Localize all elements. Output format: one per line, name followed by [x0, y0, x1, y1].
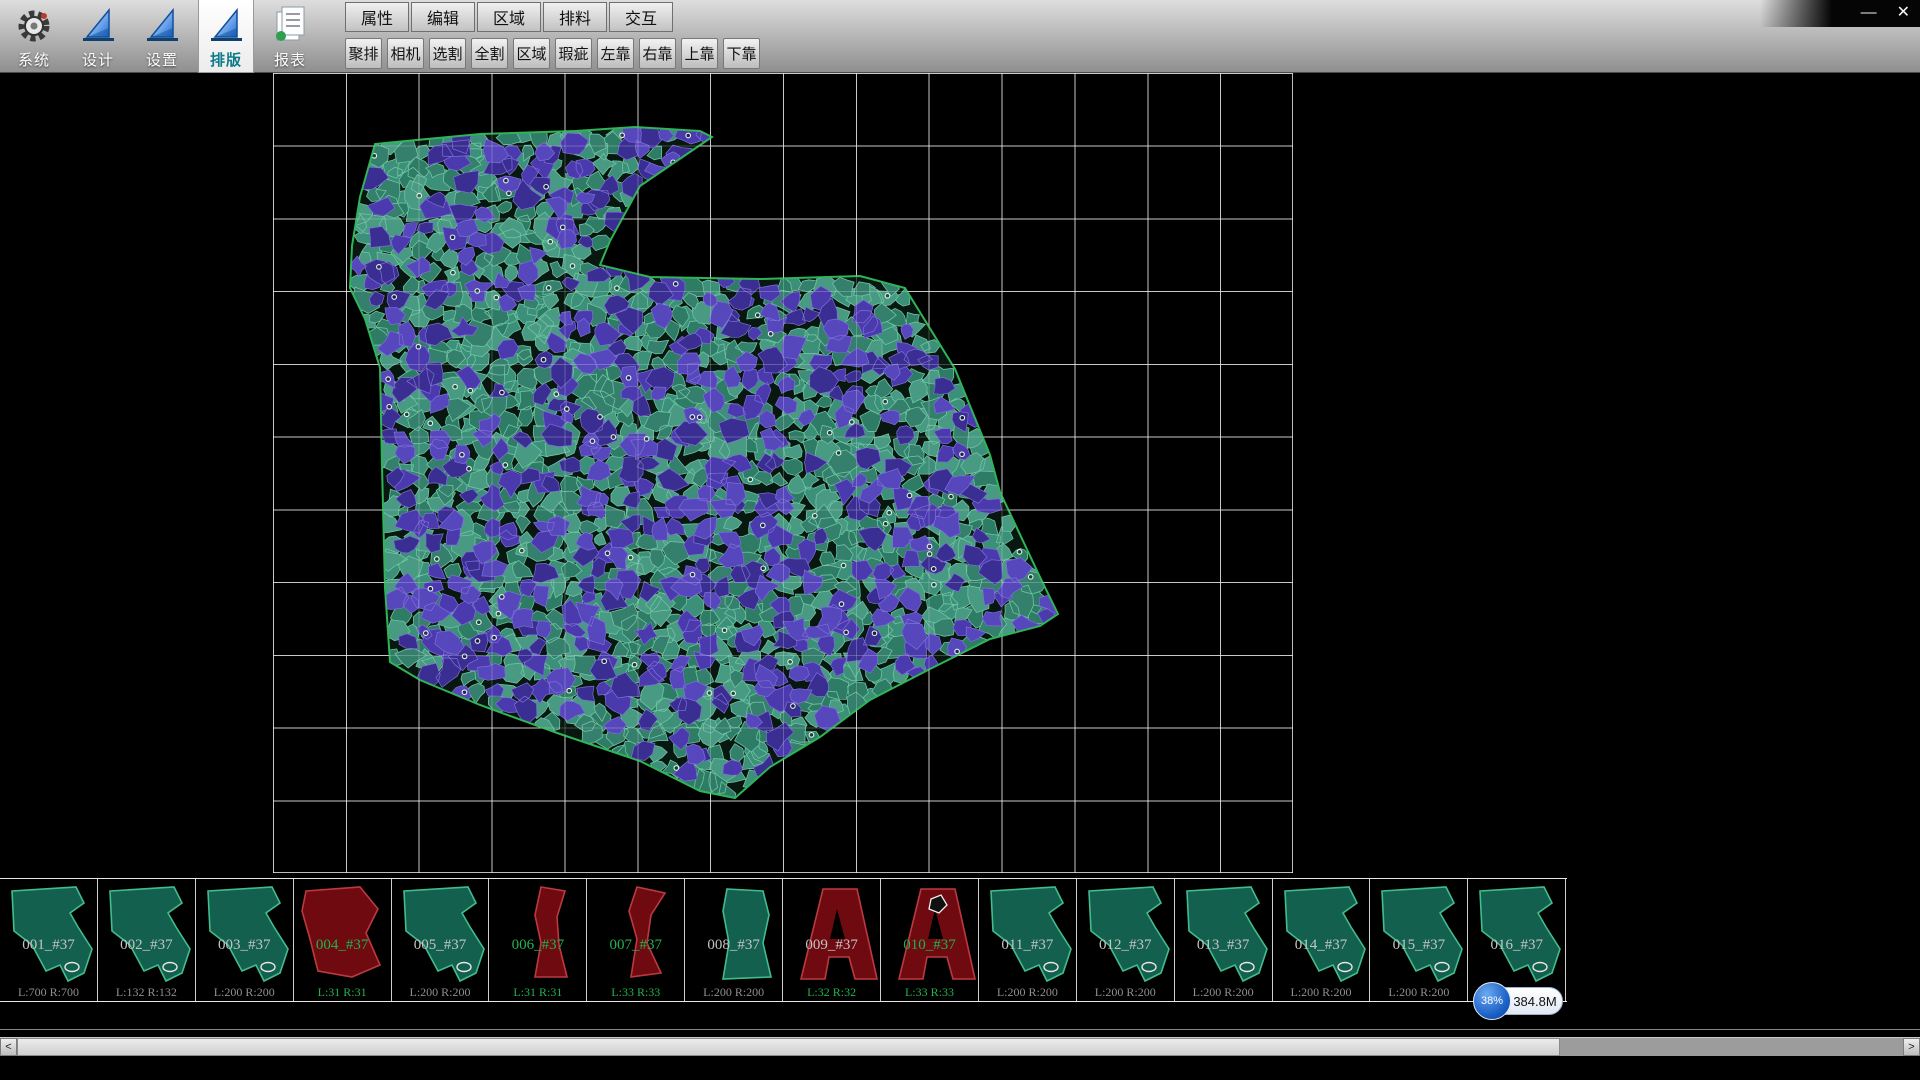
piece-thumbnail-014_#37[interactable]: 014_#37 L:200 R:200 — [1273, 879, 1371, 1001]
piece-meta: L:132 R:132 — [98, 985, 195, 1000]
piece-meta: L:700 R:700 — [0, 985, 97, 1000]
app-tab-system[interactable]: 系统 — [6, 0, 62, 73]
tool-bar: 聚排相机选割全割区域瑕疵左靠右靠上靠下靠 — [345, 38, 760, 69]
piece-name: 001_#37 — [0, 937, 97, 954]
app-tab-label: 排版 — [210, 49, 242, 70]
gear-icon-wrap — [13, 3, 55, 49]
tool-button-align-bottom[interactable]: 下靠 — [723, 38, 760, 69]
app-tab-label: 设计 — [82, 49, 114, 70]
piece-thumbnail-009_#37[interactable]: 009_#37 L:32 R:32 — [783, 879, 881, 1001]
app-tab-label: 报表 — [274, 49, 306, 70]
piece-thumbnail-015_#37[interactable]: 015_#37 L:200 R:200 — [1370, 879, 1468, 1001]
sail-icon — [206, 4, 246, 48]
menu-item-region[interactable]: 区域 — [477, 2, 541, 32]
toolbar: 系统设计设置排版报表 属性编辑区域排料交互 聚排相机选割全割区域瑕疵左靠右靠上靠… — [0, 0, 1920, 73]
gear-icon — [14, 4, 54, 48]
minimize-button[interactable]: — — [1861, 2, 1877, 24]
menu-item-interaction[interactable]: 交互 — [609, 2, 673, 32]
app-tab-settings[interactable]: 设置 — [134, 0, 190, 73]
piece-name: 009_#37 — [783, 937, 880, 954]
menu-item-nesting[interactable]: 排料 — [543, 2, 607, 32]
piece-meta: L:200 R:200 — [685, 985, 782, 1000]
tool-button-region[interactable]: 区域 — [513, 38, 550, 69]
piece-thumbnail-005_#37[interactable]: 005_#37 L:200 R:200 — [392, 879, 490, 1001]
piece-thumbnail-008_#37[interactable]: 008_#37 L:200 R:200 — [685, 879, 783, 1001]
tool-button-align-right[interactable]: 右靠 — [639, 38, 676, 69]
piece-thumbnail-001_#37[interactable]: 001_#37 L:700 R:700 — [0, 879, 98, 1001]
piece-name: 010_#37 — [881, 937, 978, 954]
piece-meta: L:200 R:200 — [1370, 985, 1467, 1000]
piece-list: 001_#37L:700 R:700002_#37L:132 R:132003_… — [0, 878, 1567, 1002]
sail-icon — [78, 4, 118, 48]
piece-meta: L:200 R:200 — [1273, 985, 1370, 1000]
piece-name: 007_#37 — [587, 937, 684, 954]
close-button[interactable]: ✕ — [1897, 2, 1910, 24]
sail-icon-wrap — [205, 3, 247, 49]
tool-button-align-top[interactable]: 上靠 — [681, 38, 718, 69]
piece-thumbnail-007_#37[interactable]: 007_#37 L:33 R:33 — [587, 879, 685, 1001]
sail-icon-wrap — [141, 3, 183, 49]
piece-meta: L:200 R:200 — [1077, 985, 1174, 1000]
tool-button-defect[interactable]: 瑕疵 — [555, 38, 592, 69]
piece-meta: L:200 R:200 — [196, 985, 293, 1000]
piece-name: 006_#37 — [489, 937, 586, 954]
piece-meta: L:31 R:31 — [294, 985, 391, 1000]
piece-name: 008_#37 — [685, 937, 782, 954]
tool-button-select-cut[interactable]: 选割 — [429, 38, 466, 69]
report-icon-wrap — [269, 3, 311, 49]
piece-meta: L:33 R:33 — [587, 985, 684, 1000]
piece-meta: L:32 R:32 — [783, 985, 880, 1000]
tool-button-align-left[interactable]: 左靠 — [597, 38, 634, 69]
piece-meta: L:31 R:31 — [489, 985, 586, 1000]
sail-icon-wrap — [77, 3, 119, 49]
piece-name: 002_#37 — [98, 937, 195, 954]
menu-item-edit[interactable]: 编辑 — [411, 2, 475, 32]
panel-divider — [0, 1029, 1920, 1030]
tool-button-cut-all[interactable]: 全割 — [471, 38, 508, 69]
piece-name: 012_#37 — [1077, 937, 1174, 954]
piece-thumbnail-003_#37[interactable]: 003_#37 L:200 R:200 — [196, 879, 294, 1001]
app-tab-label: 设置 — [146, 49, 178, 70]
piece-name: 011_#37 — [979, 937, 1076, 954]
piece-thumbnail-011_#37[interactable]: 011_#37 L:200 R:200 — [979, 879, 1077, 1001]
sail-icon — [142, 4, 182, 48]
app-tab-design[interactable]: 设计 — [70, 0, 126, 73]
menu-bar: 属性编辑区域排料交互 — [345, 2, 673, 32]
nesting-canvas[interactable] — [273, 73, 1293, 873]
scrollbar-thumb[interactable] — [17, 1038, 1560, 1056]
app-tab-label: 系统 — [18, 49, 50, 70]
piece-thumbnail-010_#37[interactable]: 010_#37 L:33 R:33 — [881, 879, 979, 1001]
piece-name: 004_#37 — [294, 937, 391, 954]
piece-name: 014_#37 — [1273, 937, 1370, 954]
piece-name: 015_#37 — [1370, 937, 1467, 954]
piece-name: 005_#37 — [392, 937, 489, 954]
piece-thumbnail-002_#37[interactable]: 002_#37 L:132 R:132 — [98, 879, 196, 1001]
app-tabs: 系统 设计 设置 排版 报表 — [6, 0, 318, 73]
horizontal-scrollbar[interactable]: < > — [0, 1037, 1920, 1056]
piece-thumbnail-012_#37[interactable]: 012_#37 L:200 R:200 — [1077, 879, 1175, 1001]
piece-meta: L:33 R:33 — [881, 985, 978, 1000]
app-tab-report[interactable]: 报表 — [262, 0, 318, 73]
report-icon — [270, 4, 310, 48]
window-controls: — ✕ — [1861, 2, 1910, 24]
progress-circle: 38% — [1473, 982, 1511, 1020]
tool-button-cluster-nest[interactable]: 聚排 — [345, 38, 382, 69]
piece-name: 016_#37 — [1468, 937, 1565, 954]
piece-meta: L:200 R:200 — [1175, 985, 1272, 1000]
scroll-right-arrow-icon[interactable]: > — [1903, 1038, 1920, 1056]
menu-item-properties[interactable]: 属性 — [345, 2, 409, 32]
piece-name: 013_#37 — [1175, 937, 1272, 954]
memory-status-badge: 384.8M 38% — [1473, 981, 1565, 1021]
scroll-left-arrow-icon[interactable]: < — [0, 1038, 17, 1056]
piece-thumbnail-013_#37[interactable]: 013_#37 L:200 R:200 — [1175, 879, 1273, 1001]
piece-thumbnail-006_#37[interactable]: 006_#37 L:31 R:31 — [489, 879, 587, 1001]
tool-button-camera[interactable]: 相机 — [387, 38, 424, 69]
piece-thumbnail-004_#37[interactable]: 004_#37 L:31 R:31 — [294, 879, 392, 1001]
piece-name: 003_#37 — [196, 937, 293, 954]
leather-hide-layout — [273, 73, 1293, 873]
app-tab-layout[interactable]: 排版 — [198, 0, 254, 73]
piece-meta: L:200 R:200 — [392, 985, 489, 1000]
piece-meta: L:200 R:200 — [979, 985, 1076, 1000]
